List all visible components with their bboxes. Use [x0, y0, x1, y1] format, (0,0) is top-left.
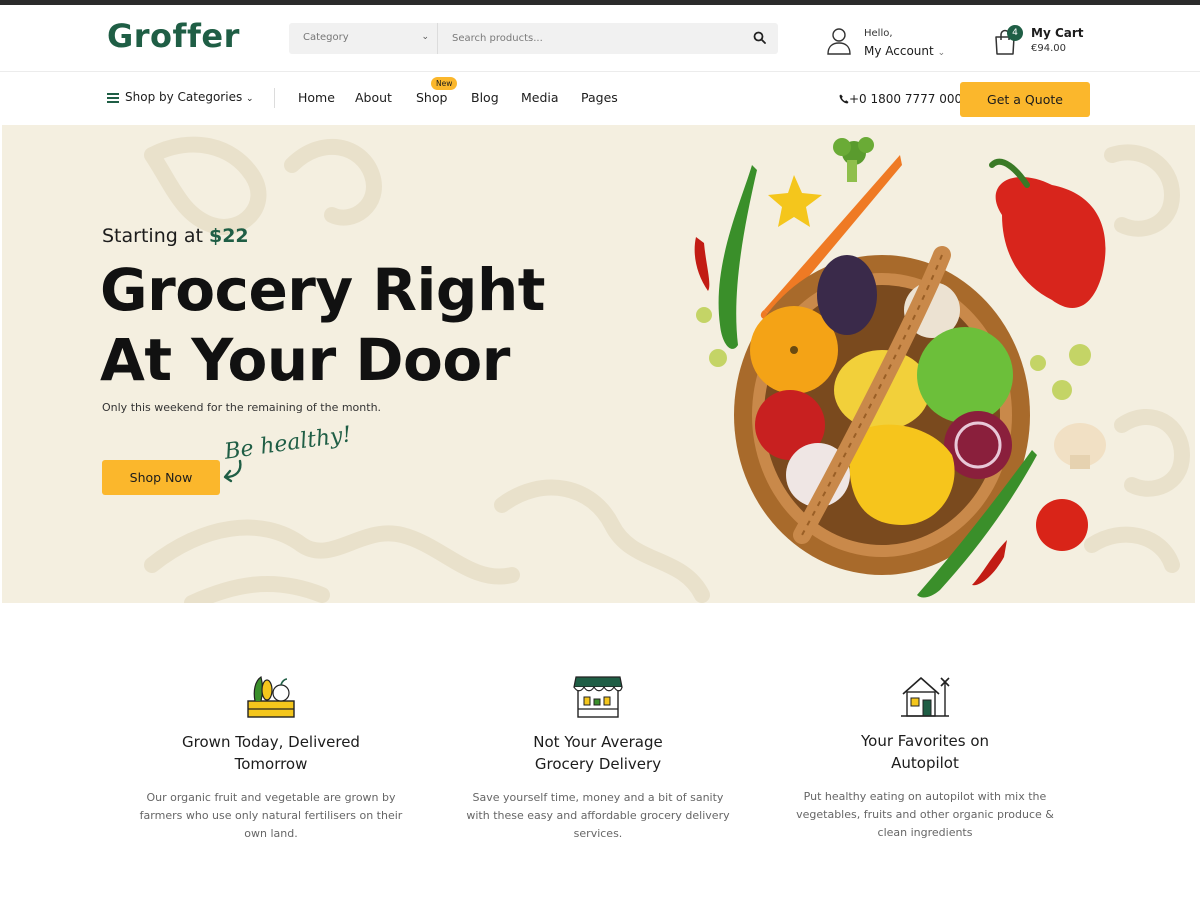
nav-item-pages[interactable]: Pages	[581, 90, 618, 105]
chevron-down-icon: ⌄	[421, 32, 429, 42]
feature-description: Our organic fruit and vegetable are grow…	[139, 791, 403, 840]
menu-icon	[107, 92, 119, 103]
feature-description: Put healthy eating on autopilot with mix…	[796, 790, 1054, 839]
user-icon	[827, 28, 851, 55]
feature-title: Your Favorites on Autopilot	[861, 732, 989, 772]
starting-price: $22	[208, 225, 249, 247]
starting-price-text: Starting at $22	[102, 225, 249, 247]
hero-subtitle: Only this weekend for the remaining of t…	[102, 401, 382, 414]
category-select-label: Category	[303, 32, 349, 43]
get-a-quote-button[interactable]: Get a Quote	[960, 82, 1090, 117]
hero-title: Grocery Right At Your Door	[100, 256, 545, 394]
phone-icon	[839, 94, 849, 104]
chevron-down-icon: ⌄	[246, 94, 254, 104]
search-icon[interactable]	[752, 30, 768, 46]
feature-grown-today: Grown Today, Delivered Tomorrow Our orga…	[126, 673, 416, 843]
new-badge: New	[431, 77, 458, 90]
nav-item-media[interactable]: Media	[521, 90, 559, 105]
cart-total: €94.00	[1031, 43, 1066, 54]
account-menu[interactable]: Hello, My Account ⌄	[826, 25, 956, 65]
vegetable-basket-image	[694, 137, 1106, 598]
nav-item-home[interactable]: Home	[298, 90, 335, 105]
main-nav: Shop by Categories ⌄ Home About Shop New…	[0, 73, 1200, 125]
feature-title: Not Your Average Grocery Delivery	[533, 733, 663, 773]
feature-grocery-delivery: Not Your Average Grocery Delivery Save y…	[453, 673, 743, 843]
account-greeting: Hello,	[864, 28, 893, 39]
phone-number: +0 1800 7777 000	[849, 92, 963, 106]
search-bar: Category ⌄	[289, 23, 778, 54]
cart-count-badge: 4	[1007, 25, 1023, 41]
nav-item-shop[interactable]: Shop	[416, 90, 447, 105]
phone-link[interactable]: +0 1800 7777 000	[839, 92, 962, 106]
feature-description: Save yourself time, money and a bit of s…	[466, 791, 730, 840]
hero-banner: Starting at $22 Grocery Right At Your Do…	[2, 125, 1195, 603]
cart-label: My Cart	[1031, 26, 1084, 40]
feature-autopilot: Your Favorites on Autopilot Put healthy …	[780, 672, 1070, 842]
logo[interactable]: Groffer	[107, 17, 240, 55]
shop-now-button[interactable]: Shop Now	[102, 460, 220, 495]
feature-title: Grown Today, Delivered Tomorrow	[182, 733, 360, 773]
shop-by-categories-button[interactable]: Shop by Categories ⌄	[107, 90, 254, 104]
shop-by-categories-label: Shop by Categories	[125, 90, 243, 104]
category-select[interactable]: Category ⌄	[289, 23, 438, 54]
produce-crate-icon	[247, 676, 295, 718]
search-input[interactable]	[439, 23, 739, 54]
account-label: My Account ⌄	[864, 44, 946, 58]
farmhouse-icon	[901, 677, 950, 717]
cart-button[interactable]: 4 My Cart €94.00	[993, 25, 1103, 65]
chevron-down-icon: ⌄	[937, 48, 946, 58]
nav-item-blog[interactable]: Blog	[471, 90, 499, 105]
site-header: Groffer Category ⌄ Hello, My Account ⌄ 4…	[0, 5, 1200, 72]
market-stall-icon	[573, 676, 623, 718]
nav-divider	[274, 88, 275, 108]
nav-item-about[interactable]: About	[355, 90, 392, 105]
curved-arrow-icon	[223, 459, 242, 483]
